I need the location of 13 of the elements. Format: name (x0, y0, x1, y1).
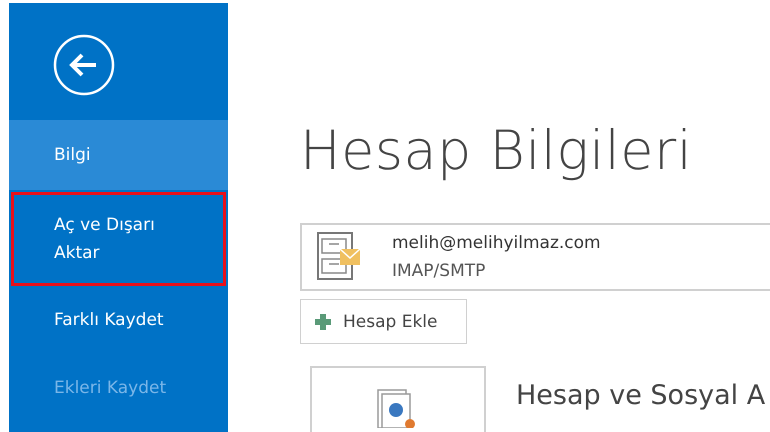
cabinet-mail-icon (316, 231, 362, 283)
account-settings-tile[interactable] (310, 366, 486, 432)
account-type: IMAP/SMTP (392, 260, 486, 283)
account-box[interactable]: melih@melihyilmaz.com IMAP/SMTP (300, 223, 770, 291)
section-title: Hesap ve Sosyal A (516, 380, 766, 413)
sidebar-item[interactable]: Bilgi (9, 120, 228, 190)
sidebar-item[interactable]: Aç ve Dışarı Aktar (11, 192, 226, 286)
sidebar-item[interactable]: Farklı Kaydet (9, 286, 228, 354)
page-title: Hesap Bilgileri (300, 118, 694, 184)
account-email: melih@melihyilmaz.com (392, 232, 601, 255)
add-account-button[interactable]: Hesap Ekle (300, 299, 467, 344)
back-icon[interactable] (53, 34, 115, 96)
plus-icon (315, 314, 331, 330)
